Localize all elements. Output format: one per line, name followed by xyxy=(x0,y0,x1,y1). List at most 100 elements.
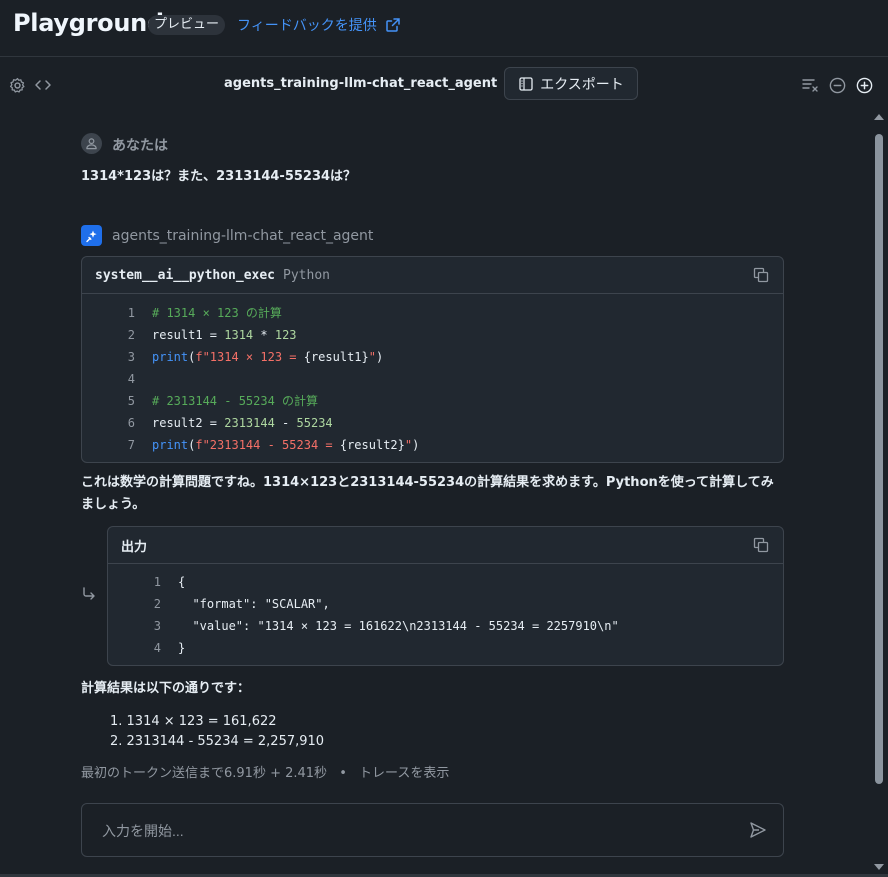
external-link-icon xyxy=(385,18,400,32)
timing-info: 最初のトークン送信まで6.91秒 + 2.41秒 xyxy=(81,766,328,781)
gear-icon xyxy=(9,77,25,93)
scrollbar-thumb[interactable] xyxy=(875,134,883,784)
list-item: 2. 2313144 - 55234 = 2,257,910 xyxy=(110,734,325,749)
code-line: 5 # 2313144 - 55234 の計算 xyxy=(82,390,783,412)
copy-icon[interactable] xyxy=(753,267,769,283)
result-list: 1. 1314 × 123 = 161,622 2. 2313144 - 552… xyxy=(110,712,324,752)
agent-avatar xyxy=(81,225,102,246)
code-token: result1 = xyxy=(152,328,225,342)
code-line: 7 print(f"2313144 - 55234 = {result2} ") xyxy=(82,434,783,456)
copy-icon[interactable] xyxy=(753,537,769,553)
tool-output-card: 出力 1{2 "format": "SCALAR", 3 "value": "13… xyxy=(107,526,784,666)
code-line: 6 result2 = 2313144 - 55234 xyxy=(82,412,783,434)
output-block: 1{2 "format": "SCALAR", 3 "value": "1314 … xyxy=(108,564,783,659)
code-token: ( xyxy=(188,350,196,364)
code-token: 2313144 xyxy=(224,416,275,430)
code-token: # 2313144 - 55234 の計算 xyxy=(152,394,319,408)
code-token: # 1314 × 123 の計算 xyxy=(152,306,282,320)
zoom-in-button[interactable] xyxy=(855,76,873,94)
sparkle-icon xyxy=(85,230,97,242)
code-line: 4 xyxy=(82,368,783,390)
code-token: ( xyxy=(188,438,196,452)
code-token: * xyxy=(253,328,275,342)
export-button[interactable]: エクスポート xyxy=(504,67,638,100)
chat-input-box xyxy=(81,803,784,858)
user-message: 1314*123は？また、2313144-55234は？ xyxy=(81,169,357,184)
output-line: 4} xyxy=(108,637,783,659)
code-token: " xyxy=(368,350,376,364)
code-token: 1314 xyxy=(224,328,254,342)
tool-call-card: system__ai__python_exec Python 1 # 1314 ×… xyxy=(81,256,784,463)
clear-chat-icon xyxy=(802,79,818,92)
return-arrow-icon xyxy=(81,586,97,607)
line-number: 5 xyxy=(127,394,135,408)
line-number: 4 xyxy=(153,641,161,655)
code-view-button[interactable] xyxy=(34,76,52,94)
minus-circle-icon xyxy=(829,77,845,93)
feedback-link[interactable]: フィードバックを提供 xyxy=(237,15,401,35)
code-token: - xyxy=(274,416,297,430)
line-number: 1 xyxy=(153,575,161,589)
agent-reasoning: これは数学の計算問題ですね。1314×123と2313144-55234の計算結… xyxy=(81,475,774,512)
code-token: f"2313144 - 55234 = xyxy=(195,438,340,452)
user-name: あなたは xyxy=(112,138,168,154)
code-token: 123 xyxy=(274,328,297,342)
code-token: {result2} xyxy=(339,438,405,452)
export-label: エクスポート xyxy=(540,76,624,93)
page-title: Playground xyxy=(13,9,164,37)
code-block: 1 # 1314 × 123 の計算 2 result1 = 1314 * 123 3 p… xyxy=(82,294,783,456)
response-meta: 最初のトークン送信まで6.91秒 + 2.41秒 • トレースを表示 xyxy=(81,762,449,781)
code-line: 1 # 1314 × 123 の計算 xyxy=(82,302,783,324)
settings-button[interactable] xyxy=(8,76,26,94)
feedback-link-label: フィードバックを提供 xyxy=(237,18,377,34)
output-line: 2 "format": "SCALAR", xyxy=(108,593,783,615)
output-line: 3 "value": "1314 × 123 = 161622\n2313144… xyxy=(108,615,783,637)
code-token: 55234 xyxy=(296,416,333,430)
line-number: 2 xyxy=(153,597,161,611)
model-selector[interactable]: agents_training-llm-chat_react_agent xyxy=(224,76,519,91)
sidebar-panel-icon xyxy=(519,76,533,91)
line-number: 1 xyxy=(127,306,135,320)
code-token: ) xyxy=(376,350,384,364)
output-header: 出力 xyxy=(108,527,783,564)
output-text: } xyxy=(178,641,186,655)
code-token: print xyxy=(152,350,189,364)
code-token: {result1} xyxy=(303,350,369,364)
view-trace-link[interactable]: トレースを表示 xyxy=(359,766,449,781)
agent-name: agents_training-llm-chat_react_agent xyxy=(112,228,374,244)
code-icon xyxy=(35,80,51,90)
person-icon xyxy=(86,138,97,150)
code-token: " xyxy=(404,438,413,452)
tool-language: Python xyxy=(283,267,330,283)
scroll-down-arrow[interactable] xyxy=(874,864,884,870)
list-item: 1. 1314 × 123 = 161,622 xyxy=(110,714,277,729)
send-icon[interactable] xyxy=(749,821,767,839)
line-number: 3 xyxy=(153,619,161,633)
code-token: result2 = xyxy=(152,416,225,430)
line-number: 3 xyxy=(127,350,135,364)
output-text: { xyxy=(178,575,186,589)
header: Playground プレビュー フィードバックを提供 xyxy=(0,0,888,57)
meta-separator: • xyxy=(339,766,347,781)
plus-circle-icon xyxy=(856,77,872,93)
model-name: agents_training-llm-chat_react_agent xyxy=(224,76,498,91)
user-avatar xyxy=(81,133,102,154)
zoom-out-button[interactable] xyxy=(828,76,846,94)
output-text: "value": "1314 × 123 = 161622\n2313144 -… xyxy=(178,619,619,633)
code-line: 3 print(f"1314 × 123 = {result1} ") xyxy=(82,346,783,368)
line-number: 7 xyxy=(127,438,135,452)
chat-input[interactable] xyxy=(100,804,704,858)
output-text: "format": "SCALAR", xyxy=(178,597,330,611)
tool-name: system__ai__python_exec xyxy=(95,267,276,283)
line-number: 4 xyxy=(127,372,135,386)
line-number: 6 xyxy=(127,416,135,430)
code-token: f"1314 × 123 = xyxy=(195,350,304,364)
scroll-up-arrow[interactable] xyxy=(874,114,884,120)
tool-call-header: system__ai__python_exec Python xyxy=(82,257,783,294)
line-number: 2 xyxy=(127,328,135,342)
clear-chat-button[interactable] xyxy=(802,77,820,93)
code-token: print xyxy=(152,438,189,452)
code-token: ) xyxy=(412,438,420,452)
preview-badge: プレビュー xyxy=(148,15,226,35)
output-title: 出力 xyxy=(121,539,148,555)
